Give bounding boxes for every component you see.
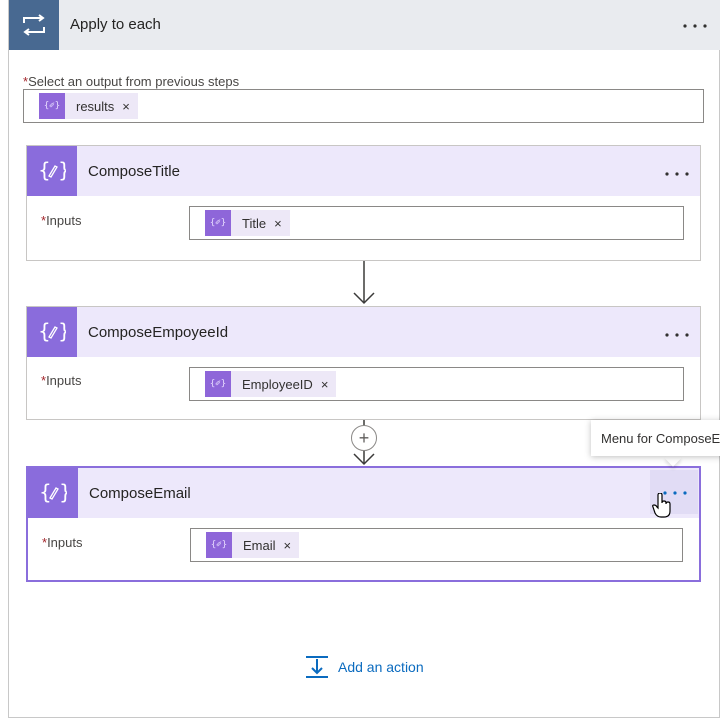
inputs-field[interactable]: {✐} Email × — [190, 528, 683, 562]
connector-arrow — [353, 261, 375, 305]
output-input[interactable]: {✐} results × — [23, 89, 704, 123]
scope-more-dots-icon[interactable] — [682, 18, 708, 29]
token-label: EmployeeID — [242, 376, 313, 392]
svg-text:}: } — [58, 320, 66, 343]
action-card-compose-email: { } ComposeEmail *Inputs {✐} Email × — [26, 466, 701, 582]
svg-text:{: { — [39, 481, 52, 504]
action-card-compose-employee-id: { } ComposeEmpoyeeId *Inputs {✐} Employe… — [26, 306, 701, 420]
output-label: *Select an output from previous steps — [23, 74, 240, 89]
action-more-dots-icon[interactable] — [664, 327, 690, 338]
token-label: Title — [242, 215, 267, 231]
compose-icon: { } — [28, 468, 78, 518]
token-label: results — [76, 98, 115, 114]
inputs-label: *Inputs — [41, 213, 82, 228]
token-email[interactable]: {✐} Email × — [206, 532, 300, 558]
expression-icon: {✐} — [39, 93, 65, 119]
svg-text:{: { — [38, 320, 51, 343]
compose-icon: { } — [27, 146, 77, 196]
remove-token-icon[interactable]: × — [284, 538, 292, 553]
loop-icon — [9, 0, 59, 50]
add-action-label: Add an action — [338, 659, 424, 675]
hand-cursor-icon — [652, 493, 671, 518]
remove-token-icon[interactable]: × — [321, 377, 329, 392]
svg-text:{: { — [38, 159, 51, 182]
expression-icon: {✐} — [206, 532, 232, 558]
inputs-label: *Inputs — [41, 373, 82, 388]
remove-token-icon[interactable]: × — [122, 99, 130, 114]
inputs-field[interactable]: {✐} Title × — [189, 206, 684, 240]
scope-header[interactable]: Apply to each — [9, 0, 720, 50]
inputs-label: *Inputs — [42, 535, 83, 550]
expression-icon: {✐} — [205, 371, 231, 397]
add-action-button[interactable]: Add an action — [305, 655, 424, 679]
action-title: ComposeTitle — [88, 163, 180, 180]
insert-step-button[interactable]: + — [351, 425, 377, 451]
action-title: ComposeEmpoyeeId — [88, 324, 229, 341]
compose-icon: { } — [27, 307, 77, 357]
action-header[interactable]: { } ComposeEmail — [28, 468, 699, 518]
token-label: Email — [243, 537, 276, 553]
action-header[interactable]: { } ComposeTitle — [27, 146, 700, 196]
action-header[interactable]: { } ComposeEmpoyeeId — [27, 307, 700, 357]
token-results[interactable]: {✐} results × — [39, 93, 138, 119]
add-action-icon — [306, 656, 328, 678]
inputs-field[interactable]: {✐} EmployeeID × — [189, 367, 684, 401]
token-title[interactable]: {✐} Title × — [205, 210, 290, 236]
expression-icon: {✐} — [205, 210, 231, 236]
scope-title: Apply to each — [70, 16, 161, 33]
token-employee-id[interactable]: {✐} EmployeeID × — [205, 371, 337, 397]
action-card-compose-title: { } ComposeTitle *Inputs {✐} Title × — [26, 145, 701, 261]
action-more-dots-icon[interactable] — [664, 166, 690, 177]
remove-token-icon[interactable]: × — [274, 216, 282, 231]
action-title: ComposeEmail — [89, 485, 191, 502]
tooltip: Menu for ComposeEmail — [591, 420, 720, 456]
svg-text:}: } — [59, 481, 67, 504]
svg-text:}: } — [58, 159, 66, 182]
